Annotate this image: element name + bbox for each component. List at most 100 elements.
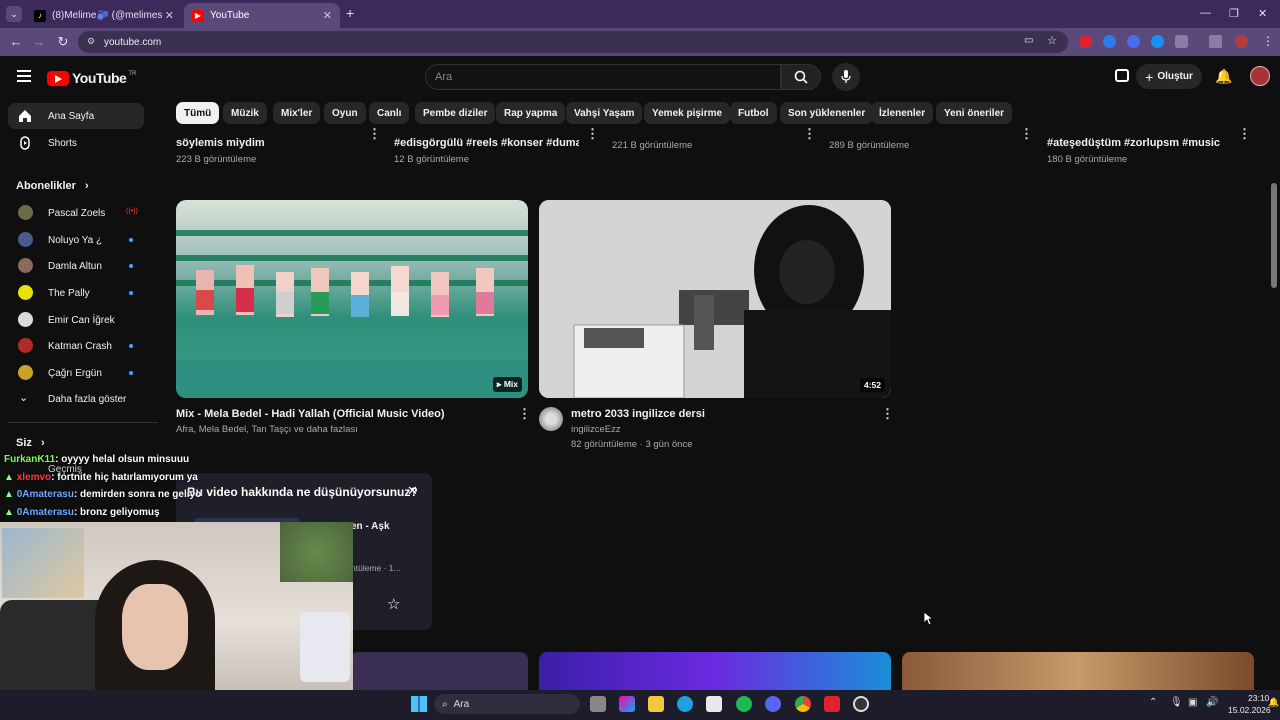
sidebar-item-damla-altun[interactable]: Damla Altun xyxy=(8,253,144,279)
tray-chevron-icon[interactable]: ⌃ xyxy=(1149,697,1157,708)
video-title[interactable]: söylemis miydim xyxy=(176,137,265,149)
extension-blue-icon[interactable] xyxy=(1151,35,1164,48)
sidebar-item-home[interactable]: Ana Sayfa xyxy=(8,103,144,129)
subscriptions-header[interactable]: Abonelikler › xyxy=(16,180,89,192)
extension-red-icon[interactable] xyxy=(1079,35,1092,48)
tab-list-button[interactable]: ⌄ xyxy=(6,6,22,22)
microphone-tray-icon[interactable]: 🎙 xyxy=(1170,697,1183,708)
minimize-icon[interactable]: — xyxy=(1200,7,1211,19)
address-bar[interactable]: ⚙ youtube.com ▭ ☆ xyxy=(78,31,1068,53)
more-options-icon[interactable]: ⋮ xyxy=(1238,126,1251,142)
scrollbar[interactable] xyxy=(1271,183,1277,288)
show-more-button[interactable]: ⌄ Daha fazla göster xyxy=(8,386,144,412)
chip-soap-operas[interactable]: Pembe diziler xyxy=(415,102,496,124)
chip-rap[interactable]: Rap yapma xyxy=(496,102,566,124)
taskbar-search[interactable]: ⌕ Ara xyxy=(434,694,580,714)
sidebar-item-the-pally[interactable]: The Pally xyxy=(8,280,144,306)
clock-time[interactable]: 23:10 xyxy=(1248,693,1269,703)
reload-icon[interactable]: ↻ xyxy=(55,34,71,50)
chip-wildlife[interactable]: Vahşi Yaşam xyxy=(566,102,643,124)
close-feedback-icon[interactable]: ✕ xyxy=(407,483,418,499)
network-icon[interactable]: ▣ xyxy=(1188,697,1197,708)
channel-avatar[interactable] xyxy=(539,407,563,431)
create-button[interactable]: + Oluştur xyxy=(1136,64,1202,89)
copilot-icon[interactable] xyxy=(619,696,635,712)
back-icon[interactable]: ← xyxy=(8,34,24,49)
video-title[interactable]: #edisgörgülü #reels #konser #duma... xyxy=(394,137,579,149)
you-header[interactable]: Siz › xyxy=(16,437,45,449)
cast-icon[interactable] xyxy=(1115,69,1129,82)
chip-watched[interactable]: İzlenenler xyxy=(871,102,934,124)
chip-football[interactable]: Futbol xyxy=(730,102,777,124)
more-options-icon[interactable]: ⋮ xyxy=(518,406,531,422)
chip-mixes[interactable]: Mix'ler xyxy=(273,102,321,124)
more-options-icon[interactable]: ⋮ xyxy=(586,126,599,142)
close-window-icon[interactable]: ✕ xyxy=(1258,7,1267,20)
close-tab-icon[interactable]: ✕ xyxy=(323,9,332,22)
site-info-icon[interactable]: ⚙ xyxy=(87,36,95,47)
video-thumbnail-mix[interactable]: ⫸ Mix xyxy=(176,200,528,398)
video-thumbnail[interactable] xyxy=(539,652,891,690)
chrome-icon[interactable] xyxy=(795,696,811,712)
edge-icon[interactable] xyxy=(677,696,693,712)
extension-translate-icon[interactable] xyxy=(1103,35,1116,48)
video-title[interactable]: metro 2033 ingilizce dersi xyxy=(571,408,705,420)
video-thumbnail[interactable] xyxy=(902,652,1254,690)
chip-recently-uploaded[interactable]: Son yüklenenler xyxy=(780,102,874,124)
voice-search-button[interactable] xyxy=(832,63,860,91)
browser-menu-icon[interactable]: ⋮ xyxy=(1262,34,1274,48)
bookmark-star-icon[interactable]: ☆ xyxy=(1047,34,1057,47)
more-options-icon[interactable]: ⋮ xyxy=(368,126,381,142)
feedback-video-title[interactable]: en - Aşk xyxy=(351,521,390,532)
forward-icon[interactable]: → xyxy=(31,34,47,49)
close-tab-icon[interactable]: ✕ xyxy=(165,9,174,22)
chip-all[interactable]: Tümü xyxy=(176,102,220,124)
sidebar-item-cagri-ergun[interactable]: Çağrı Ergün xyxy=(8,360,144,386)
spotify-icon[interactable] xyxy=(736,696,752,712)
notification-bell-icon[interactable]: 🔔 xyxy=(1268,697,1279,708)
task-view-icon[interactable] xyxy=(590,696,606,712)
sidebar-item-noluyo-ya[interactable]: Noluyo Ya ¿ xyxy=(8,227,144,253)
search-button[interactable] xyxy=(781,64,821,90)
chip-gaming[interactable]: Oyun xyxy=(324,102,366,124)
chip-cooking[interactable]: Yemek pişirme xyxy=(644,102,731,124)
chip-music[interactable]: Müzik xyxy=(223,102,267,124)
sidebar-item-pascal-zoels[interactable]: Pascal Zoels ((•)) xyxy=(8,200,144,226)
more-options-icon[interactable]: ⋮ xyxy=(803,126,816,142)
tab-youtube[interactable]: ▶ YouTube ✕ xyxy=(184,3,340,28)
app-red-icon[interactable] xyxy=(824,696,840,712)
extensions-puzzle-icon[interactable] xyxy=(1175,35,1188,48)
extension-audio-icon[interactable] xyxy=(1127,35,1140,48)
windows-start-icon[interactable] xyxy=(411,696,427,712)
obs-icon[interactable] xyxy=(853,696,869,712)
profile-avatar[interactable] xyxy=(1235,35,1248,48)
cast-icon[interactable]: ▭ xyxy=(1024,35,1033,46)
video-thumbnail-metro[interactable]: 4:52 xyxy=(539,200,891,398)
more-options-icon[interactable]: ⋮ xyxy=(881,406,894,422)
sidebar-item-katman-crash[interactable]: Katman Crash xyxy=(8,333,144,359)
account-avatar[interactable] xyxy=(1250,66,1270,86)
tab-tiktok[interactable]: ♪ (8)Melime🫐 (@melimesama) a ✕ xyxy=(26,3,182,28)
chip-live[interactable]: Canlı xyxy=(369,102,410,124)
store-icon[interactable] xyxy=(706,696,722,712)
video-title[interactable]: #ateşedüştüm #zorlupsm #music ... xyxy=(1047,137,1222,149)
notifications-bell-icon[interactable]: 🔔 xyxy=(1215,68,1232,85)
reading-list-icon[interactable] xyxy=(1209,35,1222,48)
maximize-icon[interactable]: ❐ xyxy=(1229,7,1239,20)
sidebar-item-shorts[interactable]: Shorts xyxy=(8,130,144,156)
youtube-logo[interactable]: YouTube TR xyxy=(47,70,136,86)
volume-icon[interactable]: 🔊 xyxy=(1206,697,1218,708)
video-thumbnail[interactable] xyxy=(350,652,528,690)
video-channel[interactable]: Afra, Mela Bedel, Tan Taşçı ve daha fazl… xyxy=(176,424,358,435)
video-channel[interactable]: ingilizceEzz xyxy=(571,424,621,435)
search-input[interactable]: Ara xyxy=(425,64,781,90)
video-title[interactable]: Mix - Mela Bedel - Hadi Yallah (Official… xyxy=(176,408,445,420)
new-tab-button[interactable]: + xyxy=(346,5,354,21)
hamburger-menu-icon[interactable] xyxy=(17,70,31,82)
more-options-icon[interactable]: ⋮ xyxy=(1020,126,1033,142)
chip-new-to-you[interactable]: Yeni öneriler xyxy=(936,102,1013,124)
discord-icon[interactable] xyxy=(765,696,781,712)
file-explorer-icon[interactable] xyxy=(648,696,664,712)
sidebar-item-emir-can-igrek[interactable]: Emir Can İğrek xyxy=(8,307,144,333)
rate-star-icon[interactable]: ☆ xyxy=(387,595,400,613)
